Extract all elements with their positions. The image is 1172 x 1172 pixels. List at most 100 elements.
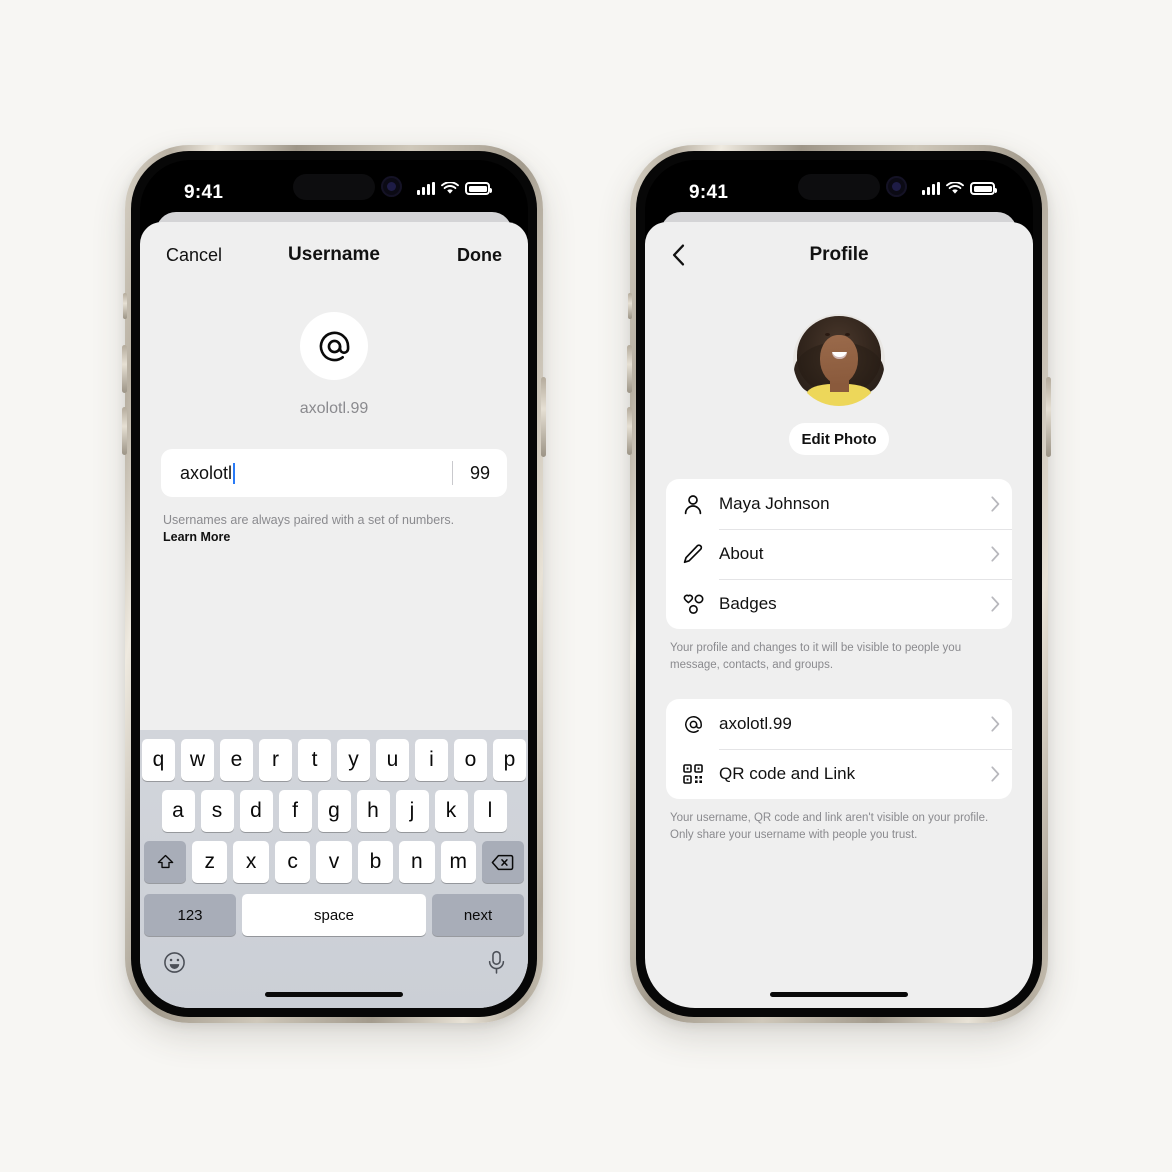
page-title: Profile	[809, 244, 869, 265]
shift-key[interactable]	[144, 841, 187, 883]
phone-device-left: 9:41 Cancel Username Done axolotl.99 axo…	[122, 145, 546, 1023]
avatar-face	[820, 335, 858, 384]
profile-caption-1: Your profile and changes to it will be v…	[670, 642, 962, 671]
done-button[interactable]: Done	[457, 245, 502, 266]
helper-text-block: Usernames are always paired with a set o…	[163, 512, 505, 546]
list-item-label: QR code and Link	[719, 764, 856, 784]
helper-text: Usernames are always paired with a set o…	[163, 513, 455, 527]
key-j[interactable]: j	[395, 790, 429, 832]
key-b[interactable]: b	[357, 841, 394, 883]
list-item-label: Badges	[719, 594, 777, 613]
key-h[interactable]: h	[356, 790, 390, 832]
signal-bars-icon	[922, 182, 940, 195]
nav-bar-profile: Profile	[645, 222, 1033, 290]
key-a[interactable]: a	[161, 790, 195, 832]
software-keyboard[interactable]: q w e r t y u i o p a s d f g h j k l z …	[140, 730, 528, 1008]
key-t[interactable]: t	[298, 739, 331, 781]
key-s[interactable]: s	[200, 790, 234, 832]
nav-bar-username: Cancel Username Done	[140, 222, 528, 290]
list-item-about[interactable]: About	[666, 529, 1012, 579]
key-k[interactable]: k	[434, 790, 468, 832]
status-time: 9:41	[184, 182, 224, 203]
key-o[interactable]: o	[454, 739, 487, 781]
key-u[interactable]: u	[376, 739, 409, 781]
numbers-key[interactable]: 123	[144, 894, 236, 936]
profile-info-group: Maya Johnson About Badges	[666, 479, 1012, 629]
badges-icon	[683, 593, 719, 615]
key-f[interactable]: f	[278, 790, 312, 832]
volume-down-button[interactable]	[627, 407, 632, 455]
username-input-value: axolotl	[180, 462, 233, 483]
list-item-username[interactable]: axolotl.99	[666, 699, 1012, 749]
key-x[interactable]: x	[233, 841, 269, 883]
keyboard-row-3: z x c v b n m	[140, 841, 528, 883]
keyboard-row-1: q w e r t y u i o p	[140, 739, 528, 781]
list-item-badges[interactable]: Badges	[666, 579, 1012, 629]
silence-switch[interactable]	[628, 293, 632, 319]
dynamic-island	[798, 174, 880, 200]
shift-arrow-icon	[157, 854, 173, 868]
backspace-key[interactable]	[481, 841, 524, 883]
key-v[interactable]: v	[316, 841, 352, 883]
at-sign-icon	[319, 331, 349, 361]
list-item-label: Maya Johnson	[719, 494, 830, 513]
chevron-right-icon	[978, 766, 1012, 782]
key-c[interactable]: c	[274, 841, 311, 883]
power-button[interactable]	[541, 377, 546, 457]
key-g[interactable]: g	[317, 790, 351, 832]
front-camera-icon	[885, 176, 907, 197]
battery-full-icon	[465, 182, 492, 195]
power-button[interactable]	[1046, 377, 1051, 457]
username-input-field[interactable]: axolotl 99	[161, 449, 507, 497]
list-item-name[interactable]: Maya Johnson	[666, 479, 1012, 529]
key-i[interactable]: i	[415, 739, 448, 781]
key-n[interactable]: n	[399, 841, 435, 883]
username-avatar-badge	[300, 312, 368, 380]
emoji-smiley-icon[interactable]	[162, 950, 187, 975]
key-p[interactable]: p	[493, 739, 526, 781]
avatar[interactable]	[793, 314, 885, 406]
phone-screen-right: 9:41 Profile Edit Photo Maya Johnson Abo…	[645, 160, 1033, 1008]
key-w[interactable]: w	[181, 739, 214, 781]
key-m[interactable]: m	[440, 841, 476, 883]
list-item-qr-code[interactable]: QR code and Link	[666, 749, 1012, 799]
key-d[interactable]: d	[239, 790, 273, 832]
volume-up-button[interactable]	[122, 345, 127, 393]
username-group: axolotl.99 QR code and Link	[666, 699, 1012, 800]
volume-down-button[interactable]	[122, 407, 127, 455]
username-input[interactable]: axolotl	[161, 462, 452, 484]
person-icon	[683, 494, 719, 515]
learn-more-link[interactable]: Learn More	[163, 530, 230, 544]
home-indicator[interactable]	[770, 992, 908, 997]
key-y[interactable]: y	[337, 739, 370, 781]
front-camera-icon	[380, 176, 402, 197]
chevron-right-icon	[978, 496, 1012, 512]
text-caret	[233, 462, 236, 484]
volume-up-button[interactable]	[627, 345, 632, 393]
home-indicator[interactable]	[265, 992, 403, 997]
space-key[interactable]: space	[242, 894, 426, 936]
microphone-icon[interactable]	[487, 950, 506, 975]
key-z[interactable]: z	[192, 841, 228, 883]
status-icons	[417, 182, 492, 195]
chevron-right-icon	[978, 716, 1012, 732]
key-q[interactable]: q	[142, 739, 175, 781]
silence-switch[interactable]	[123, 293, 127, 319]
status-bar-left: 9:41	[140, 160, 528, 222]
backspace-delete-icon	[492, 854, 514, 870]
username-number-suffix: 99	[469, 462, 491, 483]
at-sign-icon	[683, 714, 719, 735]
keyboard-bottom-bar	[140, 936, 528, 975]
pencil-icon	[683, 544, 719, 564]
keyboard-row-4: 123 space next	[140, 894, 528, 936]
profile-sheet: Profile Edit Photo Maya Johnson About Ba…	[645, 222, 1033, 1008]
wifi-icon	[946, 182, 964, 194]
next-key[interactable]: next	[432, 894, 524, 936]
key-l[interactable]: l	[473, 790, 507, 832]
profile-caption-2: Your username, QR code and link aren't v…	[670, 812, 989, 842]
key-r[interactable]: r	[259, 739, 292, 781]
edit-photo-button[interactable]: Edit Photo	[789, 423, 889, 455]
username-sheet: Cancel Username Done axolotl.99 axolotl …	[140, 222, 528, 1008]
phone-bezel-right: 9:41 Profile Edit Photo Maya Johnson Abo…	[636, 151, 1042, 1017]
key-e[interactable]: e	[220, 739, 253, 781]
